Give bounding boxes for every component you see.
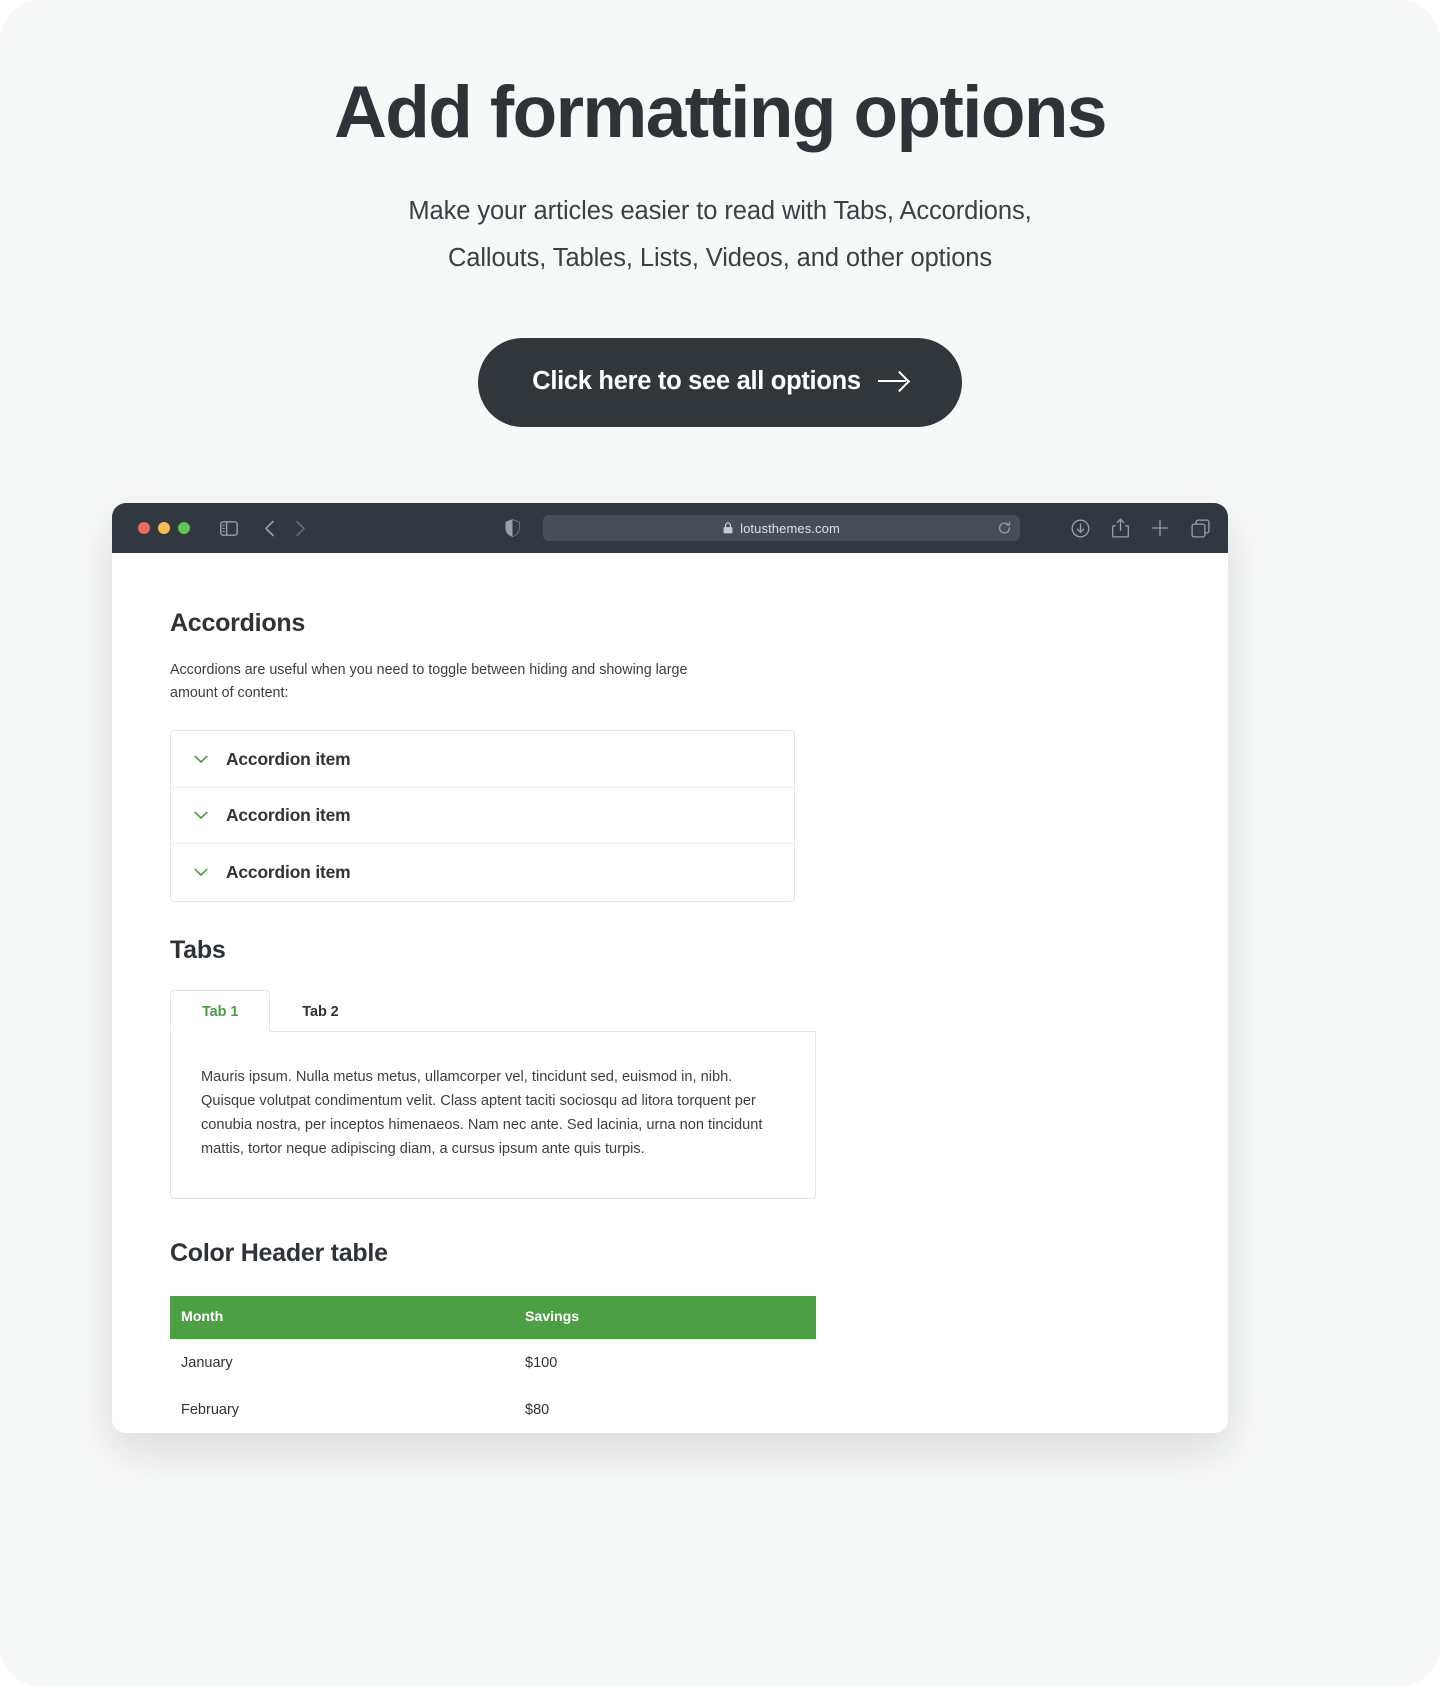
arrow-right-icon: [877, 370, 908, 392]
tab-panel-text: Mauris ipsum. Nulla metus metus, ullamco…: [201, 1068, 763, 1158]
window-controls: [138, 522, 190, 534]
download-icon[interactable]: [1071, 519, 1090, 538]
table-header: Month Savings: [170, 1295, 816, 1339]
column-header-month: Month: [170, 1295, 514, 1339]
cell-month: January: [181, 1354, 233, 1371]
table-body: January $100 February $80 March $90 Sum …: [170, 1339, 816, 1433]
chevron-down-icon: [193, 865, 209, 881]
minimize-window-button[interactable]: [158, 522, 170, 534]
reload-icon[interactable]: [998, 521, 1011, 535]
landing-page: Add formatting options Make your article…: [0, 0, 1440, 1686]
shield-icon[interactable]: [505, 519, 520, 537]
table-header-row: Month Savings: [170, 1295, 816, 1339]
table-heading: Color Header table: [170, 1238, 388, 1267]
accordion-item-label: Accordion item: [226, 862, 351, 883]
accordion-item-label: Accordion item: [226, 805, 351, 826]
cta-container: Click here to see all options: [0, 337, 1440, 427]
accordions-description: Accordions are useful when you need to t…: [170, 662, 688, 702]
chevron-right-icon[interactable]: [295, 520, 306, 537]
hero-subtitle: Make your articles easier to read with T…: [330, 188, 1110, 282]
tab-list: Tab 1 Tab 2: [170, 989, 816, 1032]
accordions-heading: Accordions: [170, 609, 306, 637]
cta-label: Click here to see all options: [532, 366, 861, 395]
chevron-left-icon[interactable]: [264, 520, 275, 537]
browser-toolbar: lotusthemes.com: [112, 503, 1228, 553]
browser-window: lotusthemes.com Accordions Accordions ar…: [112, 503, 1228, 1433]
cell-month: February: [181, 1401, 240, 1418]
maximize-window-button[interactable]: [178, 522, 190, 534]
column-header-savings: Savings: [514, 1295, 816, 1339]
hero-subtitle-line-1: Make your articles easier to read with T…: [408, 196, 1032, 225]
page-viewport: Accordions Accordions are useful when yo…: [112, 553, 1228, 1433]
accordion-item-3[interactable]: Accordion item: [171, 844, 794, 901]
savings-table: Month Savings January $100 February $80 …: [170, 1295, 816, 1433]
cell-savings: $100: [525, 1354, 558, 1371]
hero-section: Add formatting options Make your article…: [0, 0, 1440, 427]
accordion-item-2[interactable]: Accordion item: [171, 788, 794, 845]
see-all-options-button[interactable]: Click here to see all options: [478, 337, 962, 427]
table-row: January $100: [170, 1339, 816, 1386]
tab-2[interactable]: Tab 2: [270, 990, 370, 1031]
cell-savings: $80: [525, 1401, 550, 1418]
page-title: Add formatting options: [334, 72, 1107, 153]
hero-subtitle-line-2: Callouts, Tables, Lists, Videos, and oth…: [447, 243, 993, 272]
tab-panel: Mauris ipsum. Nulla metus metus, ullamco…: [170, 1031, 816, 1199]
close-window-button[interactable]: [138, 522, 150, 534]
tab-1[interactable]: Tab 1: [170, 989, 271, 1032]
tabs-heading: Tabs: [170, 935, 226, 964]
sidebar-icon[interactable]: [220, 520, 238, 536]
accordion-item-1[interactable]: Accordion item: [171, 731, 794, 788]
plus-icon[interactable]: [1151, 519, 1169, 537]
accordion-item-label: Accordion item: [226, 748, 351, 769]
accordion-group: Accordion item Accordion item Accordion …: [170, 730, 795, 902]
toolbar-actions: [1071, 518, 1210, 538]
address-bar[interactable]: lotusthemes.com: [543, 515, 1020, 541]
tabs-icon[interactable]: [1191, 518, 1210, 538]
chevron-down-icon: [193, 808, 209, 824]
lock-icon: [723, 522, 733, 534]
tabs-component: Tab 1 Tab 2 Mauris ipsum. Nulla metus me…: [170, 989, 816, 1199]
share-icon[interactable]: [1112, 518, 1129, 538]
chevron-down-icon: [193, 751, 209, 767]
table-row: February $80: [170, 1386, 816, 1433]
address-bar-text: lotusthemes.com: [740, 520, 840, 536]
